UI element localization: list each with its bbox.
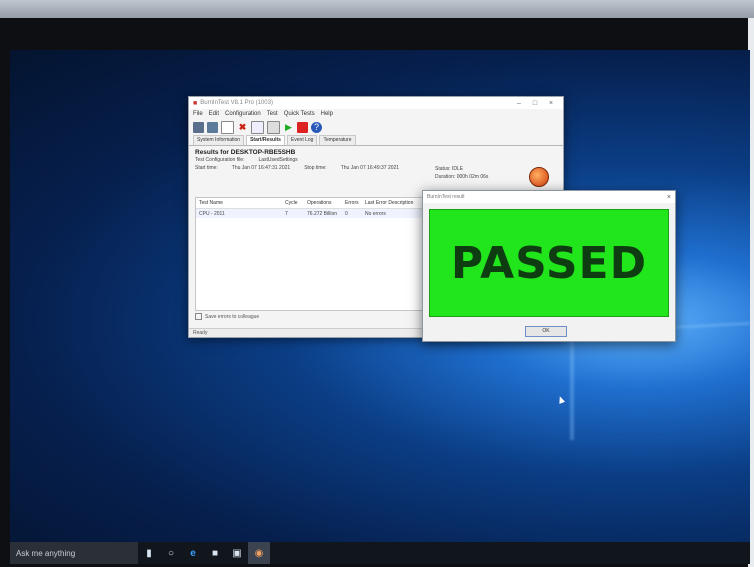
cloud-icon[interactable] <box>267 120 280 134</box>
time-row: Start time: Thu Jan 07 16:47:31 2021 Sto… <box>189 164 563 172</box>
taskbar: Ask me anything ▮ ○ e ■ ▣ ◉ <box>10 542 750 564</box>
maximize-icon[interactable]: □ <box>527 100 543 107</box>
status-value: IDLE <box>451 166 464 172</box>
result-banner: PASSED <box>429 209 669 317</box>
burnintest-logo-icon <box>529 167 549 187</box>
clear-icon[interactable]: ✖ <box>237 122 248 133</box>
help-icon[interactable]: ? <box>311 121 322 133</box>
report-icon[interactable] <box>251 120 264 134</box>
ok-button[interactable]: OK <box>525 326 567 337</box>
test-config-row: Test Configuration file: LastUsedSetting… <box>189 156 563 164</box>
result-text: PASSED <box>450 237 648 289</box>
col-cycle[interactable]: Cycle <box>285 200 307 206</box>
cell-test-name: CPU - 2011 <box>199 210 225 217</box>
start-time-value: Thu Jan 07 16:47:31 2021 <box>231 165 291 171</box>
taskbar-search[interactable]: Ask me anything <box>10 542 138 564</box>
start-time-label: Start time: <box>195 165 218 171</box>
play-icon[interactable]: ▶ <box>283 122 294 133</box>
cell-errors: 0 <box>345 210 348 217</box>
edge-icon[interactable]: e <box>182 542 204 564</box>
mic-icon[interactable]: ▮ <box>138 542 160 564</box>
col-test-name[interactable]: Test Name <box>196 200 285 206</box>
test-config-value: LastUsedSettings <box>258 157 298 163</box>
table-header: Test Name Cycle Operations Errors Last E… <box>196 198 436 209</box>
window-titlebar[interactable]: ■ BurnInTest V8.1 Pro (1003) – □ × <box>189 97 563 109</box>
cell-cycle: 7 <box>285 210 288 217</box>
document-icon[interactable] <box>221 120 234 134</box>
toolbar: ✖ ▶ ? <box>189 119 563 135</box>
cell-operations: 76.272 Billion <box>307 210 338 217</box>
results-table: Test Name Cycle Operations Errors Last E… <box>195 197 437 311</box>
col-operations[interactable]: Operations <box>307 200 345 206</box>
menu-help[interactable]: Help <box>321 111 333 117</box>
col-errors[interactable]: Errors <box>345 200 365 206</box>
status-label: Status: <box>435 166 451 172</box>
menu-edit[interactable]: Edit <box>209 111 219 117</box>
open-config-icon[interactable] <box>207 121 218 133</box>
results-header: Results for DESKTOP-RBE5SHB <box>195 149 296 156</box>
status-panel: Status: IDLE Duration: 000h 02m 06s <box>435 165 488 181</box>
save-icon[interactable] <box>193 121 204 133</box>
tab-start-results[interactable]: Start/Results <box>246 135 285 145</box>
menu-test[interactable]: Test <box>267 111 278 117</box>
close-icon[interactable]: × <box>543 100 559 107</box>
dialog-title: BurnInTest result <box>427 194 465 200</box>
explorer-icon[interactable]: ■ <box>204 542 226 564</box>
menu-quick-tests[interactable]: Quick Tests <box>284 111 315 117</box>
duration-value: 000h 02m 06s <box>456 174 489 180</box>
save-errors-checkbox[interactable]: Save errors to colleague <box>195 313 259 320</box>
tab-strip: System Information Start/Results Event L… <box>189 135 563 146</box>
window-title: BurnInTest V8.1 Pro (1003) <box>200 100 273 106</box>
store-icon[interactable]: ▣ <box>226 542 248 564</box>
menu-configuration[interactable]: Configuration <box>225 111 261 117</box>
task-view-icon[interactable]: ○ <box>160 542 182 564</box>
dialog-titlebar[interactable]: BurnInTest result × <box>423 191 675 203</box>
menu-file[interactable]: File <box>193 111 203 117</box>
duration-label: Duration: <box>435 174 456 180</box>
minimize-icon[interactable]: – <box>511 100 527 107</box>
tab-event-log[interactable]: Event Log <box>286 135 318 145</box>
test-config-label: Test Configuration file: <box>195 157 245 163</box>
stop-time-label: Stop time: <box>304 165 327 171</box>
menu-bar: File Edit Configuration Test Quick Tests… <box>189 109 563 119</box>
dialog-close-icon[interactable]: × <box>667 194 671 201</box>
stop-time-value: Thu Jan 07 16:49:37 2021 <box>340 165 400 171</box>
stop-icon[interactable] <box>297 121 308 133</box>
tab-system-information[interactable]: System Information <box>193 135 245 145</box>
result-dialog[interactable]: BurnInTest result × PASSED OK <box>422 190 676 342</box>
table-row[interactable]: CPU - 2011 7 76.272 Billion 0 No errors <box>196 209 436 218</box>
tab-temperature[interactable]: Temperature <box>319 135 356 145</box>
burnintest-icon[interactable]: ◉ <box>248 542 270 564</box>
